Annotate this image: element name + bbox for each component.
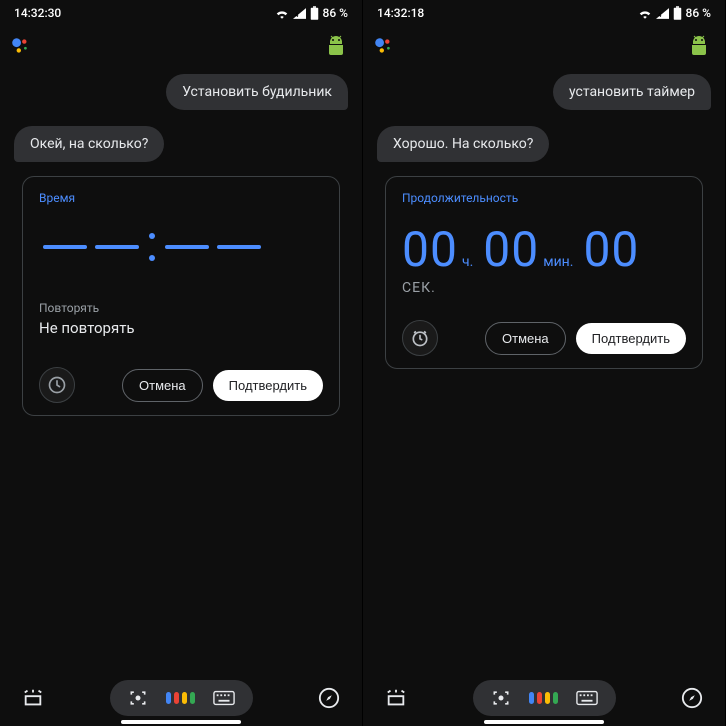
- battery-icon: [673, 6, 682, 20]
- updates-icon[interactable]: [22, 687, 44, 709]
- battery-percent: 86 %: [686, 6, 711, 20]
- seconds-value: 00: [583, 221, 639, 278]
- bottom-bar: [363, 680, 725, 716]
- cancel-button[interactable]: Отмена: [122, 369, 203, 402]
- mic-icon[interactable]: [166, 692, 195, 704]
- assistant-logo-icon: [10, 35, 32, 57]
- status-time: 14:32:18: [377, 6, 424, 20]
- input-pill: [110, 680, 253, 716]
- timer-card: Продолжительность 00 ч. 00 мин. 00 СЕК. …: [385, 176, 703, 369]
- explore-icon[interactable]: [318, 687, 340, 709]
- lens-icon[interactable]: [128, 688, 148, 708]
- assistant-message: Хорошо. На сколько?: [377, 126, 549, 162]
- keyboard-icon[interactable]: [213, 690, 235, 706]
- hour-digit-2: [95, 245, 139, 249]
- time-input[interactable]: [39, 221, 323, 281]
- repeat-label: Повторять: [39, 301, 323, 315]
- user-message[interactable]: Установить будильник: [166, 74, 348, 110]
- app-header: [0, 26, 362, 66]
- card-actions: Отмена Подтвердить: [39, 367, 323, 403]
- svg-text:4: 4: [294, 11, 298, 19]
- mic-icon[interactable]: [529, 692, 558, 704]
- user-avatar[interactable]: [324, 34, 348, 58]
- hours-unit: ч.: [462, 254, 473, 270]
- explore-icon[interactable]: [681, 687, 703, 709]
- navigation-handle[interactable]: [121, 720, 241, 724]
- seconds-unit: СЕК.: [402, 280, 686, 296]
- repeat-value[interactable]: Не повторять: [39, 319, 323, 337]
- status-icons: 4 86 %: [275, 6, 348, 20]
- status-bar: 14:32:30 4 86 %: [0, 0, 362, 26]
- confirm-button[interactable]: Подтвердить: [576, 323, 686, 354]
- assistant-logo-icon: [373, 35, 395, 57]
- card-actions: Отмена Подтвердить: [402, 320, 686, 356]
- navigation-handle[interactable]: [484, 720, 604, 724]
- lens-icon[interactable]: [491, 688, 511, 708]
- app-header: [363, 26, 725, 66]
- signal-icon: 4: [293, 8, 306, 19]
- conversation: установить таймер Хорошо. На сколько? Пр…: [363, 66, 725, 369]
- signal-icon: 4: [656, 8, 669, 19]
- bottom-bar: [0, 680, 362, 716]
- minute-digit-1: [165, 245, 209, 249]
- wifi-icon: [638, 8, 652, 19]
- screenshot-alarm: 14:32:30 4 86 % Установить будильник Оке…: [0, 0, 363, 726]
- assistant-message: Окей, на сколько?: [14, 126, 164, 162]
- screenshot-timer: 14:32:18 4 86 % установить таймер Хорошо…: [363, 0, 726, 726]
- svg-text:4: 4: [657, 11, 661, 19]
- clock-app-icon[interactable]: [402, 320, 438, 356]
- battery-percent: 86 %: [323, 6, 348, 20]
- status-time: 14:32:30: [14, 6, 61, 20]
- confirm-button[interactable]: Подтвердить: [213, 370, 323, 401]
- status-bar: 14:32:18 4 86 %: [363, 0, 725, 26]
- card-title: Время: [39, 191, 323, 205]
- minutes-unit: мин.: [543, 254, 573, 270]
- time-colon: [147, 233, 157, 261]
- hours-value: 00: [402, 221, 458, 278]
- cancel-button[interactable]: Отмена: [485, 322, 566, 355]
- alarm-card: Время Повторять Не повторять Отмена Подт…: [22, 176, 340, 416]
- keyboard-icon[interactable]: [576, 690, 598, 706]
- hour-digit-1: [43, 245, 87, 249]
- duration-input[interactable]: 00 ч. 00 мин. 00: [402, 221, 686, 278]
- clock-app-icon[interactable]: [39, 367, 75, 403]
- minute-digit-2: [217, 245, 261, 249]
- wifi-icon: [275, 8, 289, 19]
- battery-icon: [310, 6, 319, 20]
- minutes-value: 00: [483, 221, 539, 278]
- conversation: Установить будильник Окей, на сколько? В…: [0, 66, 362, 416]
- user-avatar[interactable]: [687, 34, 711, 58]
- card-title: Продолжительность: [402, 191, 686, 205]
- updates-icon[interactable]: [385, 687, 407, 709]
- user-message[interactable]: установить таймер: [553, 74, 711, 110]
- input-pill: [473, 680, 616, 716]
- status-icons: 4 86 %: [638, 6, 711, 20]
